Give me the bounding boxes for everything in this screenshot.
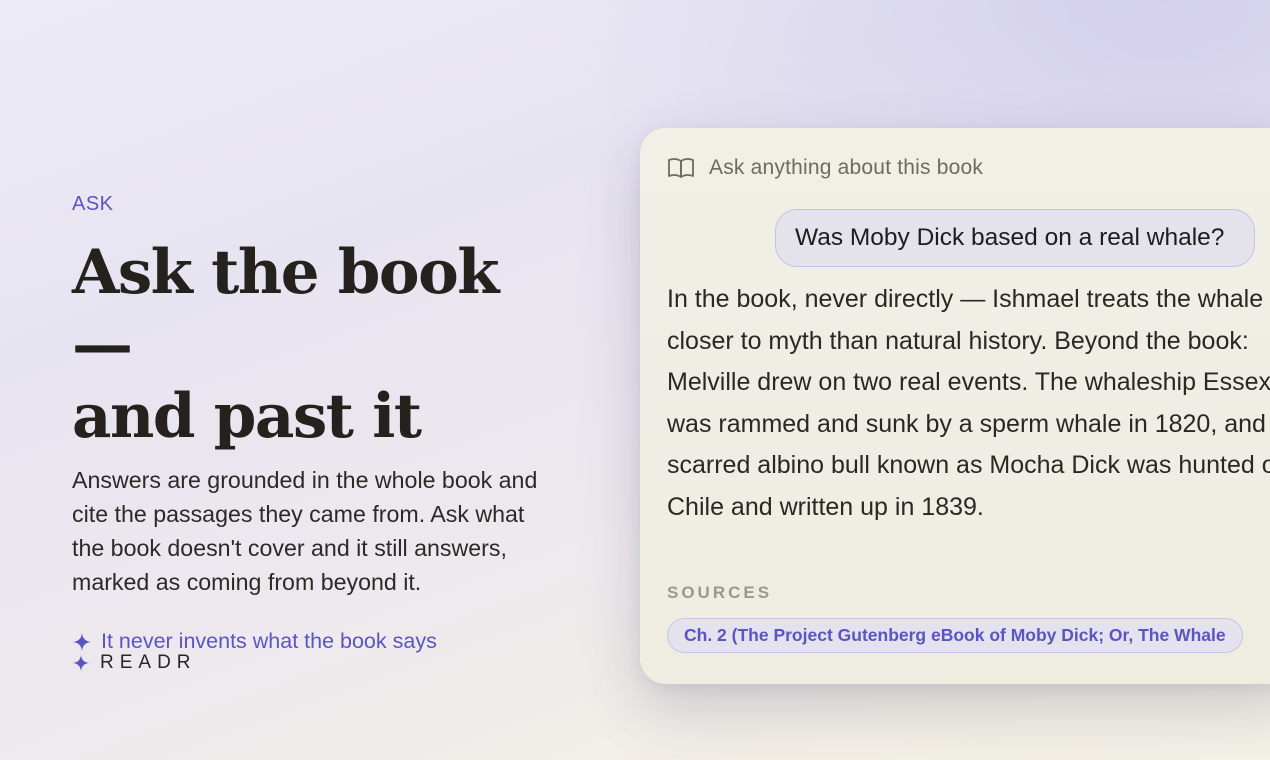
tagline: It never invents what the book says <box>72 629 572 654</box>
ask-input-prompt[interactable]: Ask anything about this book <box>667 156 983 180</box>
user-question-bubble: Was Moby Dick based on a real whale? <box>775 209 1256 267</box>
hero-section: ASK Ask the book — and past it Answers a… <box>72 193 572 654</box>
brand-name: READR <box>100 652 197 673</box>
source-chip[interactable]: Ch. 2 (The Project Gutenberg eBook of Mo… <box>667 618 1243 653</box>
answer-text: In the book, never directly — Ishmael tr… <box>667 285 1270 521</box>
chat-card: Ask anything about this book Was Moby Di… <box>640 128 1270 684</box>
ask-placeholder: Ask anything about this book <box>709 156 984 179</box>
headline-line-2: and past it <box>72 381 422 452</box>
section-eyebrow: ASK <box>72 193 114 215</box>
page-title: Ask the book — and past it <box>72 237 572 453</box>
book-icon <box>667 156 695 180</box>
brand-logo: READR <box>72 652 197 674</box>
headline-line-1: Ask the book — <box>72 237 500 380</box>
sparkle-icon <box>72 632 92 652</box>
sources-label: SOURCES <box>667 583 773 602</box>
hero-description: Answers are grounded in the whole book a… <box>72 467 538 595</box>
sparkle-icon <box>72 654 90 672</box>
tagline-text: It never invents what the book says <box>101 629 437 653</box>
